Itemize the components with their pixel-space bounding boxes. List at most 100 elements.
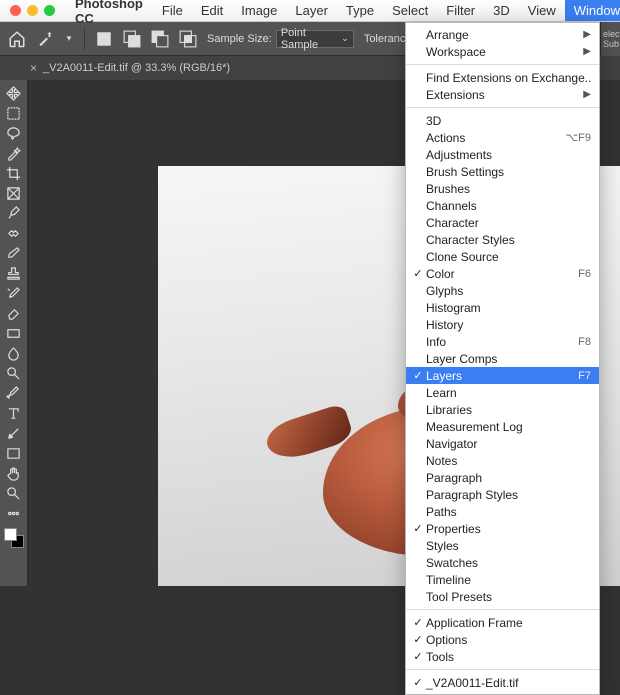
menu-item-workspace[interactable]: Workspace▶ (406, 43, 599, 60)
wand-tool-icon[interactable] (36, 30, 54, 48)
menu-item-label: Tool Presets (424, 590, 591, 604)
subtract-selection-icon[interactable] (151, 30, 169, 48)
pen-tool[interactable] (2, 383, 26, 403)
menu-item-paragraph[interactable]: Paragraph (406, 469, 599, 486)
chevron-down-icon[interactable]: ▾ (64, 30, 74, 48)
menu-item-info[interactable]: InfoF8 (406, 333, 599, 350)
menu-item-properties[interactable]: ✓Properties (406, 520, 599, 537)
menu-item-timeline[interactable]: Timeline (406, 571, 599, 588)
minimize-window-icon[interactable] (27, 5, 38, 16)
menu-window[interactable]: Window (565, 0, 620, 21)
move-tool[interactable] (2, 83, 26, 103)
menu-item-label: Swatches (424, 556, 591, 570)
menu-layer[interactable]: Layer (286, 0, 337, 21)
menu-item-v2a0011-edit-tif[interactable]: ✓_V2A0011-Edit.tif (406, 674, 599, 691)
menu-select[interactable]: Select (383, 0, 437, 21)
menu-item-options[interactable]: ✓Options (406, 631, 599, 648)
menu-item-label: History (424, 318, 591, 332)
hand-tool[interactable] (2, 463, 26, 483)
menu-item-libraries[interactable]: Libraries (406, 401, 599, 418)
menu-item-navigator[interactable]: Navigator (406, 435, 599, 452)
path-tool[interactable] (2, 423, 26, 443)
menu-item-layer-comps[interactable]: Layer Comps (406, 350, 599, 367)
menu-item-label: Brushes (424, 182, 591, 196)
foreground-background-colors[interactable] (2, 526, 26, 550)
dodge-tool[interactable] (2, 363, 26, 383)
menu-item-styles[interactable]: Styles (406, 537, 599, 554)
menu-item-label: Tools (424, 650, 591, 664)
menu-filter[interactable]: Filter (437, 0, 484, 21)
menu-item-history[interactable]: History (406, 316, 599, 333)
gradient-tool[interactable] (2, 323, 26, 343)
type-tool[interactable] (2, 403, 26, 423)
lasso-tool[interactable] (2, 123, 26, 143)
menu-item-paths[interactable]: Paths (406, 503, 599, 520)
menu-item-label: Libraries (424, 403, 591, 417)
stamp-tool[interactable] (2, 263, 26, 283)
sample-size-control: Sample Size: Point Sample⌄ (207, 30, 354, 48)
heal-tool[interactable] (2, 223, 26, 243)
close-tab-icon[interactable]: × (30, 61, 37, 75)
menu-item-color[interactable]: ✓ColorF6 (406, 265, 599, 282)
intersect-selection-icon[interactable] (179, 30, 197, 48)
zoom-tool[interactable] (2, 483, 26, 503)
menu-item-swatches[interactable]: Swatches (406, 554, 599, 571)
select-subject-button[interactable]: elect Sub (600, 22, 620, 56)
dots-tool[interactable] (2, 503, 26, 523)
rect-tool[interactable] (2, 443, 26, 463)
app-title: Photoshop CC (65, 0, 153, 26)
menu-item-label: Paths (424, 505, 591, 519)
eyedrop-tool[interactable] (2, 203, 26, 223)
menu-item-paragraph-styles[interactable]: Paragraph Styles (406, 486, 599, 503)
zoom-window-icon[interactable] (44, 5, 55, 16)
menu-file[interactable]: File (153, 0, 192, 21)
menu-separator (406, 669, 599, 670)
menu-item-brush-settings[interactable]: Brush Settings (406, 163, 599, 180)
menu-item-actions[interactable]: Actions⌥F9 (406, 129, 599, 146)
new-selection-icon[interactable] (95, 30, 113, 48)
menu-item-brushes[interactable]: Brushes (406, 180, 599, 197)
sample-size-select[interactable]: Point Sample⌄ (276, 30, 354, 48)
menu-item-character[interactable]: Character (406, 214, 599, 231)
check-icon: ✓ (412, 522, 424, 535)
menu-edit[interactable]: Edit (192, 0, 232, 21)
menu-item-histogram[interactable]: Histogram (406, 299, 599, 316)
crop-tool[interactable] (2, 163, 26, 183)
menu-item-learn[interactable]: Learn (406, 384, 599, 401)
menu-item-label: Notes (424, 454, 591, 468)
add-selection-icon[interactable] (123, 30, 141, 48)
menu-item-clone-source[interactable]: Clone Source (406, 248, 599, 265)
history-tool[interactable] (2, 283, 26, 303)
menu-item-label: Find Extensions on Exchange... (424, 71, 591, 85)
menu-view[interactable]: View (519, 0, 565, 21)
menu-item-notes[interactable]: Notes (406, 452, 599, 469)
menu-item-adjustments[interactable]: Adjustments (406, 146, 599, 163)
brush-tool[interactable] (2, 243, 26, 263)
marquee-tool[interactable] (2, 103, 26, 123)
close-window-icon[interactable] (10, 5, 21, 16)
menu-item-tools[interactable]: ✓Tools (406, 648, 599, 665)
menu-3d[interactable]: 3D (484, 0, 519, 21)
wand-tool[interactable] (2, 143, 26, 163)
menu-item-label: Arrange (424, 28, 583, 42)
menu-item-label: _V2A0011-Edit.tif (424, 676, 591, 690)
menu-item-arrange[interactable]: Arrange▶ (406, 26, 599, 43)
frame-tool[interactable] (2, 183, 26, 203)
menu-item-tool-presets[interactable]: Tool Presets (406, 588, 599, 605)
menu-image[interactable]: Image (232, 0, 286, 21)
submenu-arrow-icon: ▶ (583, 29, 591, 40)
menu-item-glyphs[interactable]: Glyphs (406, 282, 599, 299)
menu-item-channels[interactable]: Channels (406, 197, 599, 214)
menu-item-measurement-log[interactable]: Measurement Log (406, 418, 599, 435)
menu-item-extensions[interactable]: Extensions▶ (406, 86, 599, 103)
menu-item-3d[interactable]: 3D (406, 112, 599, 129)
menu-item-layers[interactable]: ✓LayersF7 (406, 367, 599, 384)
menu-item-application-frame[interactable]: ✓Application Frame (406, 614, 599, 631)
menu-item-find-extensions-on-exchange[interactable]: Find Extensions on Exchange... (406, 69, 599, 86)
home-icon[interactable] (8, 30, 26, 48)
menu-item-character-styles[interactable]: Character Styles (406, 231, 599, 248)
menu-type[interactable]: Type (337, 0, 383, 21)
eraser-tool[interactable] (2, 303, 26, 323)
document-tab[interactable]: × _V2A0011-Edit.tif @ 33.3% (RGB/16*) (24, 61, 236, 75)
blur-tool[interactable] (2, 343, 26, 363)
